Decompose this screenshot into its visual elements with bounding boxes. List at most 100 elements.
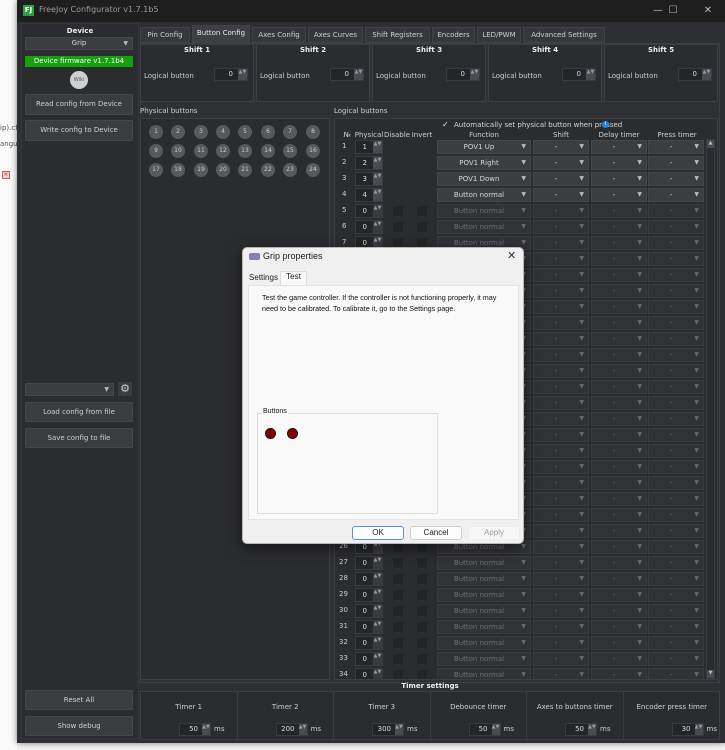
delay-timer-select[interactable]: - ▼ (591, 412, 647, 426)
shift-select[interactable]: - ▼ (533, 604, 589, 618)
disable-checkbox[interactable] (393, 606, 403, 616)
press-timer-select[interactable]: - ▼ (648, 364, 704, 378)
wiki-globe-icon[interactable]: Wiki (70, 71, 88, 89)
spin-arrows-icon[interactable]: ▲▼ (373, 141, 382, 153)
delay-timer-select[interactable]: - ▼ (591, 236, 647, 250)
spin-arrows-icon[interactable]: ▲▼ (373, 621, 382, 633)
shift-select[interactable]: - ▼ (533, 140, 589, 154)
press-timer-select[interactable]: - ▼ (648, 508, 704, 522)
disable-checkbox[interactable] (393, 638, 403, 648)
spin-arrows-icon[interactable]: ▲▼ (373, 605, 382, 617)
press-timer-select[interactable]: - ▼ (648, 204, 704, 218)
delay-timer-select[interactable]: - ▼ (591, 668, 647, 679)
physical-spinbox[interactable]: 0 ▲▼ (355, 620, 383, 634)
shift-select[interactable]: - ▼ (533, 156, 589, 170)
info-icon[interactable]: i (602, 121, 609, 128)
shift-logical-button-spinbox[interactable]: 0 ▲▼ (446, 68, 480, 81)
spin-arrows-icon[interactable]: ▲▼ (702, 69, 711, 80)
tab-advanced-settings[interactable]: Advanced Settings (523, 27, 605, 43)
table-scrollbar[interactable]: ▲ ▼ (706, 139, 715, 679)
shift-select[interactable]: - ▼ (533, 300, 589, 314)
shift-logical-button-spinbox[interactable]: 0 ▲▼ (678, 68, 712, 81)
config-file-select[interactable]: ▼ (25, 383, 114, 396)
press-timer-select[interactable]: - ▼ (648, 460, 704, 474)
read-config-button[interactable]: Read config from Device (25, 94, 133, 115)
function-select[interactable]: POV1 Right ▼ (437, 156, 531, 170)
shift-select[interactable]: - ▼ (533, 652, 589, 666)
delay-timer-select[interactable]: - ▼ (591, 364, 647, 378)
delay-timer-select[interactable]: - ▼ (591, 156, 647, 170)
auto-set-checkbox[interactable]: ✓ (442, 120, 449, 129)
spin-arrows-icon[interactable]: ▲▼ (238, 69, 247, 80)
ok-button[interactable]: OK (352, 526, 404, 540)
write-config-button[interactable]: Write config to Device (25, 120, 133, 141)
press-timer-select[interactable]: - ▼ (648, 284, 704, 298)
spin-arrows-icon[interactable]: ▲▼ (395, 724, 403, 735)
function-select[interactable]: Button normal ▼ (437, 556, 531, 570)
press-timer-select[interactable]: - ▼ (648, 588, 704, 602)
press-timer-select[interactable]: - ▼ (648, 668, 704, 679)
timer-spinbox[interactable]: 200 ▲▼ (275, 723, 308, 736)
function-select[interactable]: POV1 Down ▼ (437, 172, 531, 186)
save-config-button[interactable]: Save config to file (25, 428, 133, 448)
shift-select[interactable]: - ▼ (533, 476, 589, 490)
scroll-up-arrow[interactable]: ▲ (707, 140, 714, 148)
disable-checkbox[interactable] (393, 158, 403, 168)
delay-timer-select[interactable]: - ▼ (591, 204, 647, 218)
shift-select[interactable]: - ▼ (533, 268, 589, 282)
delay-timer-select[interactable]: - ▼ (591, 380, 647, 394)
function-select[interactable]: Button normal ▼ (437, 636, 531, 650)
shift-select[interactable]: - ▼ (533, 636, 589, 650)
function-select[interactable]: Button normal ▼ (437, 668, 531, 679)
delay-timer-select[interactable]: - ▼ (591, 396, 647, 410)
apply-button[interactable]: Apply (468, 526, 520, 540)
shift-select[interactable]: - ▼ (533, 172, 589, 186)
delay-timer-select[interactable]: - ▼ (591, 588, 647, 602)
press-timer-select[interactable]: - ▼ (648, 412, 704, 426)
shift-select[interactable]: - ▼ (533, 332, 589, 346)
invert-checkbox[interactable] (417, 622, 427, 632)
disable-checkbox[interactable] (393, 574, 403, 584)
function-select[interactable]: Button normal ▼ (437, 604, 531, 618)
scroll-down-arrow[interactable]: ▼ (707, 670, 714, 678)
delay-timer-select[interactable]: - ▼ (591, 636, 647, 650)
invert-checkbox[interactable] (417, 590, 427, 600)
shift-select[interactable]: - ▼ (533, 348, 589, 362)
spin-arrows-icon[interactable]: ▲▼ (491, 724, 500, 735)
press-timer-select[interactable]: - ▼ (648, 428, 704, 442)
disable-checkbox[interactable] (393, 654, 403, 664)
shift-select[interactable]: - ▼ (533, 188, 589, 202)
delay-timer-select[interactable]: - ▼ (591, 572, 647, 586)
shift-select[interactable]: - ▼ (533, 460, 589, 474)
disable-checkbox[interactable] (393, 142, 403, 152)
press-timer-select[interactable]: - ▼ (648, 444, 704, 458)
press-timer-select[interactable]: - ▼ (648, 476, 704, 490)
shift-select[interactable]: - ▼ (533, 620, 589, 634)
invert-checkbox[interactable] (417, 158, 427, 168)
tab-button-config[interactable]: Button Config (192, 25, 250, 43)
gear-icon[interactable]: ⚙ (118, 382, 132, 396)
delay-timer-select[interactable]: - ▼ (591, 172, 647, 186)
delay-timer-select[interactable]: - ▼ (591, 140, 647, 154)
press-timer-select[interactable]: - ▼ (648, 604, 704, 618)
shift-select[interactable]: - ▼ (533, 540, 589, 554)
shift-select[interactable]: - ▼ (533, 492, 589, 506)
invert-checkbox[interactable] (417, 654, 427, 664)
press-timer-select[interactable]: - ▼ (648, 540, 704, 554)
shift-select[interactable]: - ▼ (533, 396, 589, 410)
delay-timer-select[interactable]: - ▼ (591, 284, 647, 298)
delay-timer-select[interactable]: - ▼ (591, 348, 647, 362)
physical-spinbox[interactable]: 0 ▲▼ (355, 588, 383, 602)
press-timer-select[interactable]: - ▼ (648, 492, 704, 506)
maximize-button[interactable]: ☐ (662, 3, 684, 19)
invert-checkbox[interactable] (417, 638, 427, 648)
press-timer-select[interactable]: - ▼ (648, 188, 704, 202)
spin-arrows-icon[interactable]: ▲▼ (373, 557, 382, 569)
spin-arrows-icon[interactable]: ▲▼ (354, 69, 363, 80)
physical-spinbox[interactable]: 0 ▲▼ (355, 668, 383, 679)
show-debug-button[interactable]: Show debug (25, 716, 133, 736)
invert-checkbox[interactable] (417, 222, 427, 232)
load-config-button[interactable]: Load config from file (25, 402, 133, 422)
shift-select[interactable]: - ▼ (533, 508, 589, 522)
shift-select[interactable]: - ▼ (533, 524, 589, 538)
